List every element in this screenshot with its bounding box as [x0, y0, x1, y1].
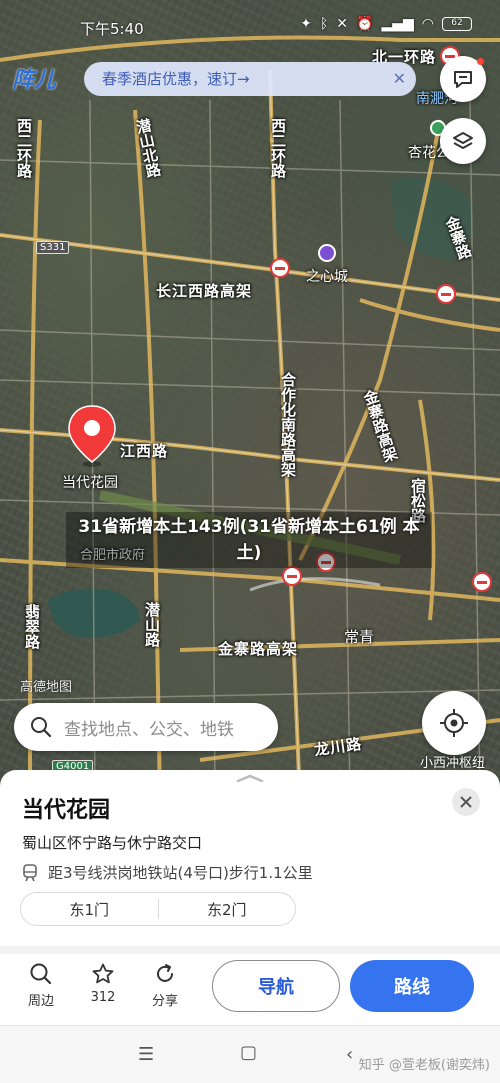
search-bar[interactable]: 查找地点、公交、地铁	[14, 703, 278, 751]
road-label-qianshan: 潜山路	[143, 602, 161, 647]
chat-icon	[454, 71, 472, 88]
home-icon[interactable]: ▢	[240, 1042, 257, 1063]
road-label-jiangxi: 江西路	[120, 442, 169, 460]
alarm-icon: ⏰	[356, 16, 374, 32]
close-sheet-button[interactable]	[452, 788, 480, 816]
action-bar: 周边 312 分享 导航 路线	[0, 954, 500, 1034]
system-nav-bar: ☰ ▢ ‹ 知乎 @萱老板(谢奕炜)	[0, 1025, 500, 1083]
close-icon	[460, 796, 472, 808]
nearby-button[interactable]: 周边	[16, 962, 66, 1009]
wifi-icon: ◠	[421, 16, 434, 32]
highway-shield-s331: S331	[36, 241, 70, 254]
star-icon	[92, 963, 114, 984]
route-button[interactable]: 路线	[350, 960, 474, 1012]
locate-button[interactable]	[422, 691, 486, 755]
location-pin-icon[interactable]	[66, 404, 118, 468]
crosshair-icon	[440, 709, 468, 737]
layers-button[interactable]	[440, 118, 486, 164]
section-divider	[0, 946, 500, 954]
promo-banner[interactable]: 春季酒店优惠，速订→ ✕	[84, 62, 416, 96]
gate-option-east1[interactable]: 东1门	[21, 899, 158, 920]
gate-selector: 东1门 东2门	[20, 892, 296, 926]
menu-icon[interactable]: ☰	[138, 1044, 154, 1065]
no-entry-icon	[436, 284, 456, 304]
layers-icon	[453, 132, 473, 149]
place-detail-sheet: 当代花园 蜀山区怀宁路与休宁路交口 距3号线洪岗地铁站(4号口)步行1.1公里 …	[0, 770, 500, 1035]
road-label-changjiang: 长江西路高架	[156, 282, 253, 300]
metro-distance-text: 距3号线洪岗地铁站(4号口)步行1.1公里	[48, 864, 313, 882]
road-label-hezuohua: 合作化南路高架	[279, 372, 297, 477]
search-icon	[30, 963, 52, 985]
battery-icon: 62	[442, 17, 472, 31]
no-entry-icon	[270, 258, 290, 278]
message-button[interactable]	[440, 56, 486, 102]
nearby-label: 周边	[27, 994, 54, 1009]
mute-icon: ✕	[336, 16, 349, 32]
navigate-button[interactable]: 导航	[212, 960, 340, 1012]
amap-watermark: 高德地图	[20, 680, 73, 695]
search-icon	[31, 717, 52, 738]
favorite-button[interactable]: 312	[78, 962, 128, 1005]
status-bar: 下午5:40 ✦ ᛒ ✕ ⏰ ▂▄▆ ◠ 62	[0, 0, 500, 58]
road-label-jinzhai-elevated-h: 金寨路高架	[218, 640, 299, 658]
bluetooth-icon: ᛒ	[319, 16, 329, 32]
favorite-count: 312	[90, 990, 116, 1005]
road-label-xierhuan-west: 西二环路	[15, 118, 33, 178]
place-title: 当代花园	[22, 798, 111, 823]
map-view[interactable]: 西二环路 西二环路 北一环路 潜山北路 长江西路高架 之心城 金寨路 金寨路高架…	[0, 0, 500, 800]
road-label-feicui: 翡翠路	[23, 604, 41, 649]
share-icon	[157, 964, 173, 982]
news-caption-overlay: 31省新增本土143例(31省新增本土61例 本土)	[66, 512, 432, 568]
promo-text: 春季酒店优惠，速订→	[102, 70, 250, 88]
place-address: 蜀山区怀宁路与休宁路交口	[22, 834, 203, 852]
poi-dangdai-label: 当代花园	[62, 475, 118, 491]
shopping-poi-icon[interactable]	[318, 244, 336, 262]
metro-info: 距3号线洪岗地铁站(4号口)步行1.1公里	[22, 862, 313, 883]
status-icons: ✦ ᛒ ✕ ⏰ ▂▄▆ ◠ 62	[300, 16, 472, 32]
cellular-icon: ▂▄▆	[381, 16, 414, 32]
app-logo: 阵儿	[12, 68, 57, 93]
poi-changqing: 常青	[344, 628, 375, 646]
source-watermark: 知乎 @萱老板(谢奕炜)	[358, 1058, 490, 1073]
status-time: 下午5:40	[80, 20, 144, 38]
poi-zhixin: 之心城	[306, 269, 348, 285]
gate-option-east2[interactable]: 东2门	[159, 899, 296, 920]
close-icon[interactable]: ✕	[393, 62, 406, 96]
back-icon[interactable]: ‹	[346, 1044, 353, 1065]
no-entry-icon	[472, 572, 492, 592]
share-label: 分享	[151, 994, 178, 1009]
road-network	[0, 35, 500, 800]
search-input[interactable]: 查找地点、公交、地铁	[64, 715, 234, 740]
metro-icon	[23, 863, 37, 881]
notification-dot	[477, 58, 484, 65]
share-button[interactable]: 分享	[140, 962, 190, 1009]
no-entry-icon	[282, 566, 302, 586]
drag-handle-icon[interactable]	[236, 774, 264, 782]
road-label-xierhuan: 西二环路	[269, 118, 287, 178]
signal-icon: ✦	[300, 16, 312, 32]
